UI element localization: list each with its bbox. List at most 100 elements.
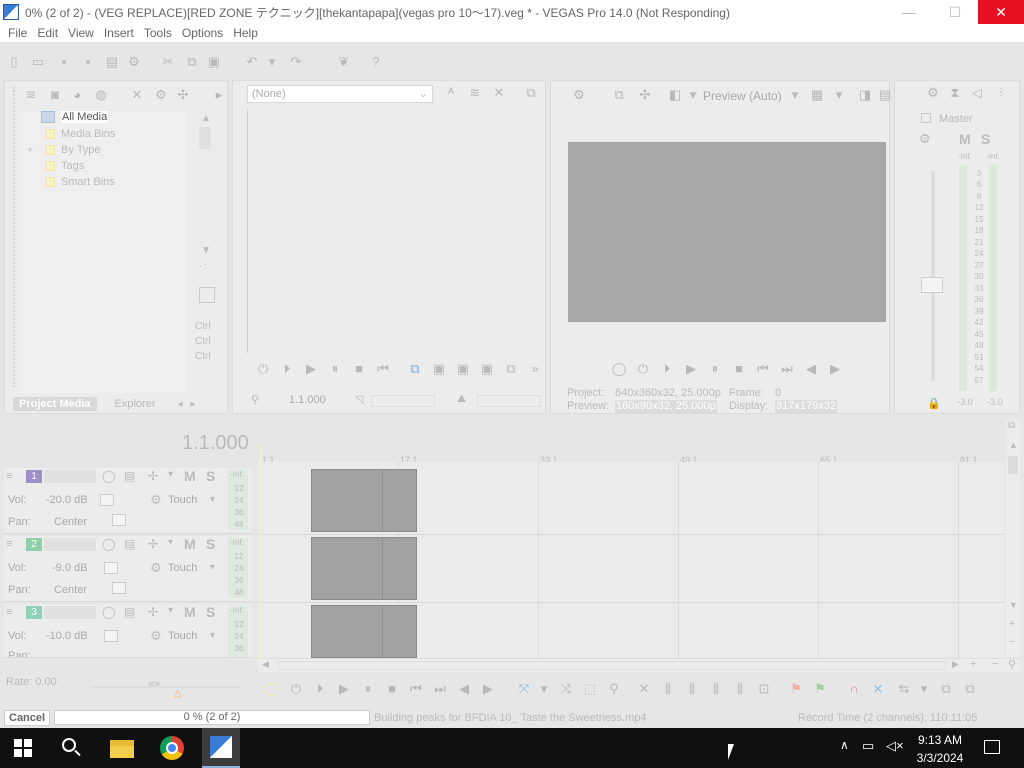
undo-icon[interactable]: ↶ <box>244 54 260 70</box>
rate-slider-icon[interactable]: «» <box>148 678 160 690</box>
track-name-field[interactable] <box>44 606 96 619</box>
video-event-clip[interactable] <box>311 469 417 532</box>
track-mute-button[interactable]: M <box>184 468 196 484</box>
vol-slider[interactable] <box>104 630 118 642</box>
media-properties-icon[interactable]: ⚙ <box>153 87 169 103</box>
menu-insert[interactable]: Insert <box>99 26 139 40</box>
tab-project-media[interactable]: Project Media <box>13 397 97 411</box>
next-frame-icon[interactable]: ▶ <box>827 361 843 377</box>
play-from-start-icon[interactable]: ⏵ <box>659 361 675 377</box>
volume-muted-icon[interactable]: ◁× <box>886 738 904 754</box>
zoom-in-icon[interactable]: + <box>970 658 976 670</box>
copy-snapshot-icon[interactable]: ◨ <box>857 87 873 103</box>
properties-gear-icon[interactable]: ⚙ <box>126 54 142 70</box>
insert-bus-icon[interactable]: ⧗ <box>947 85 963 101</box>
get-photos-icon[interactable]: ◍ <box>93 87 109 103</box>
track-fx-icon[interactable]: ▤ <box>124 469 135 483</box>
compositing-mode-icon[interactable]: ✢ <box>148 469 158 483</box>
stop-icon[interactable]: ■ <box>384 681 400 697</box>
thumbnail-icon[interactable] <box>199 287 215 303</box>
show-hidden-icons-icon[interactable]: ∧ <box>840 738 849 752</box>
record-icon[interactable]: ◯ <box>611 361 627 377</box>
record-arm-icon[interactable]: ◯ <box>102 605 115 619</box>
trimmer-clear-icon[interactable]: ✕ <box>491 85 507 101</box>
paste-icon[interactable]: ▣ <box>206 54 222 70</box>
tree-all-media[interactable]: All Media <box>61 111 109 123</box>
menu-edit[interactable]: Edit <box>32 26 63 40</box>
track-header-1[interactable]: ≡ 1 ◯ ▤ ✢ ▾ M S Vol: -20.0 dB ⚙ Touch ▾ … <box>4 468 252 534</box>
tree-expand-icon[interactable]: + <box>27 145 33 156</box>
track-fx-icon[interactable]: ▤ <box>124 605 135 619</box>
automation-icon[interactable]: ✢ <box>148 537 158 551</box>
undo-dropdown-icon[interactable]: ▾ <box>264 54 280 70</box>
automation-dropdown-icon[interactable]: ▾ <box>210 494 215 505</box>
overwrite-icon[interactable]: ▣ <box>455 361 471 377</box>
ignore-event-grouping-icon[interactable]: ❦ <box>336 54 352 70</box>
go-to-end-icon[interactable]: ⏭ <box>779 361 795 377</box>
open-folder-icon[interactable]: ▭ <box>30 54 46 70</box>
whats-this-help-icon[interactable]: ? <box>368 54 384 70</box>
preview-quality[interactable]: Preview (Auto) <box>703 89 782 103</box>
track-name-field[interactable] <box>44 470 96 483</box>
scroll-down-icon[interactable]: ▼ <box>1009 600 1018 610</box>
views-icon[interactable]: ▸ <box>211 87 227 103</box>
master-solo-button[interactable]: S <box>981 131 990 147</box>
master-fader-handle[interactable] <box>921 277 943 293</box>
track-name-field[interactable] <box>44 538 96 551</box>
automation-mode[interactable]: Touch <box>168 494 197 506</box>
automation-mode[interactable]: Touch <box>168 630 197 642</box>
trim-start-icon[interactable]: ⫼ <box>684 681 700 697</box>
lock-envelopes-icon[interactable]: ⧉ <box>938 681 954 697</box>
loop-playback-icon[interactable]: ⏻ <box>635 361 651 377</box>
scroll-up-icon[interactable]: ▲ <box>201 113 211 124</box>
menu-view[interactable]: View <box>63 26 99 40</box>
zoom-tool-icon[interactable]: ⚲ <box>606 681 622 697</box>
track-list-icon[interactable]: ⧉ <box>1008 420 1015 431</box>
trimmer-undock-icon[interactable]: ⧉ <box>523 85 539 101</box>
envelope-tool-icon[interactable]: ⤨ <box>558 681 574 697</box>
media-fx-icon[interactable]: ✣ <box>175 87 191 103</box>
track-fx-icon[interactable]: ▤ <box>124 537 135 551</box>
zoom-tool-icon[interactable]: ⚲ <box>1008 658 1016 671</box>
track-minimize-icon[interactable]: ≡ <box>6 470 12 482</box>
timeline-hscrollbar[interactable]: ◀ ▶ + − ⚲ <box>258 658 1020 672</box>
zoom-in-icon[interactable]: + <box>1009 618 1015 630</box>
track-minimize-icon[interactable]: ≡ <box>6 606 12 618</box>
lock-icon[interactable]: ⊡ <box>756 681 772 697</box>
stop-icon[interactable]: ■ <box>351 361 367 377</box>
maximize-button[interactable]: ☐ <box>932 0 978 24</box>
add-to-timeline-icon[interactable]: ▣ <box>431 361 447 377</box>
delete-icon[interactable]: ✕ <box>636 681 652 697</box>
more-icon[interactable]: » <box>527 361 543 377</box>
play-from-start-icon[interactable]: ⏵ <box>312 681 328 697</box>
insert-fx-icon[interactable]: ◁ <box>969 85 985 101</box>
go-to-start-icon[interactable]: ⏮ <box>375 361 391 377</box>
ignore-grouping-icon[interactable]: ⧉ <box>962 681 978 697</box>
scroll-thumb[interactable] <box>199 127 211 149</box>
automation-icon[interactable]: ✢ <box>148 605 158 619</box>
track-header-2[interactable]: ≡ 2 ◯ ▤ ✢ ▾ M S Vol: -9.0 dB ⚙ Touch ▾ P… <box>4 536 252 602</box>
scroll-right-icon[interactable]: ▶ <box>952 659 959 670</box>
render-icon[interactable]: ▤ <box>104 54 120 70</box>
auto-crossfade-icon[interactable]: ⨯ <box>870 681 886 697</box>
tree-by-type[interactable]: By Type <box>61 144 101 156</box>
play-icon[interactable]: ▶ <box>303 361 319 377</box>
automation-dropdown-icon[interactable]: ▾ <box>210 630 215 641</box>
get-media-web-icon[interactable]: ◕ <box>69 87 85 103</box>
vegas-taskbar-button[interactable] <box>202 728 240 768</box>
minimize-button[interactable]: — <box>886 0 932 24</box>
record-arm-icon[interactable]: ◯ <box>102 537 115 551</box>
trimmer-out-field[interactable] <box>477 395 541 407</box>
import-media-icon[interactable]: ≋ <box>23 87 39 103</box>
previous-frame-icon[interactable]: ◀ <box>803 361 819 377</box>
tree-media-bins[interactable]: Media Bins <box>61 128 115 140</box>
file-explorer-icon[interactable] <box>110 738 134 758</box>
redo-icon[interactable]: ↷ <box>288 54 304 70</box>
trim-icon[interactable]: ⫼ <box>660 681 676 697</box>
zoom-out-icon[interactable]: − <box>992 658 998 670</box>
tab-explorer[interactable]: Explorer <box>97 397 174 411</box>
automation-dropdown-icon[interactable]: ▾ <box>168 605 173 616</box>
track-minimize-icon[interactable]: ≡ <box>6 538 12 550</box>
tab-scroll-left-icon[interactable]: ◂ <box>178 399 183 410</box>
go-to-start-icon[interactable]: ⏮ <box>408 681 424 697</box>
